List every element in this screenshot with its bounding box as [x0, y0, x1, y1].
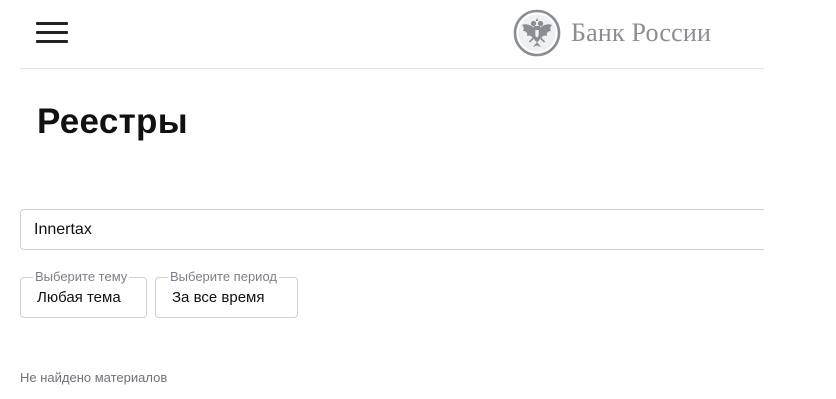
- viewport-edge: [764, 200, 836, 260]
- page: Банк России Реестры Выберите тему Любая …: [0, 0, 836, 399]
- period-select-value: За все время: [172, 289, 265, 306]
- brand-logo-link[interactable]: Банк России: [513, 9, 711, 57]
- page-title: Реестры: [37, 102, 188, 141]
- topic-select-value: Любая тема: [37, 289, 121, 306]
- menu-line: [36, 22, 68, 25]
- topic-select[interactable]: Выберите тему Любая тема: [20, 269, 147, 318]
- empty-results-message: Не найдено материалов: [20, 370, 168, 385]
- brand-name: Банк России: [571, 18, 712, 47]
- period-select-label: Выберите период: [168, 269, 279, 285]
- period-select[interactable]: Выберите период За все время: [155, 269, 298, 318]
- double-headed-eagle-emblem-icon: [513, 9, 561, 57]
- search-input[interactable]: [20, 209, 790, 250]
- menu-line: [36, 40, 68, 43]
- topic-select-label: Выберите тему: [33, 269, 130, 285]
- menu-line: [36, 31, 68, 34]
- hamburger-menu-icon[interactable]: [36, 22, 68, 44]
- header-divider: [20, 68, 764, 69]
